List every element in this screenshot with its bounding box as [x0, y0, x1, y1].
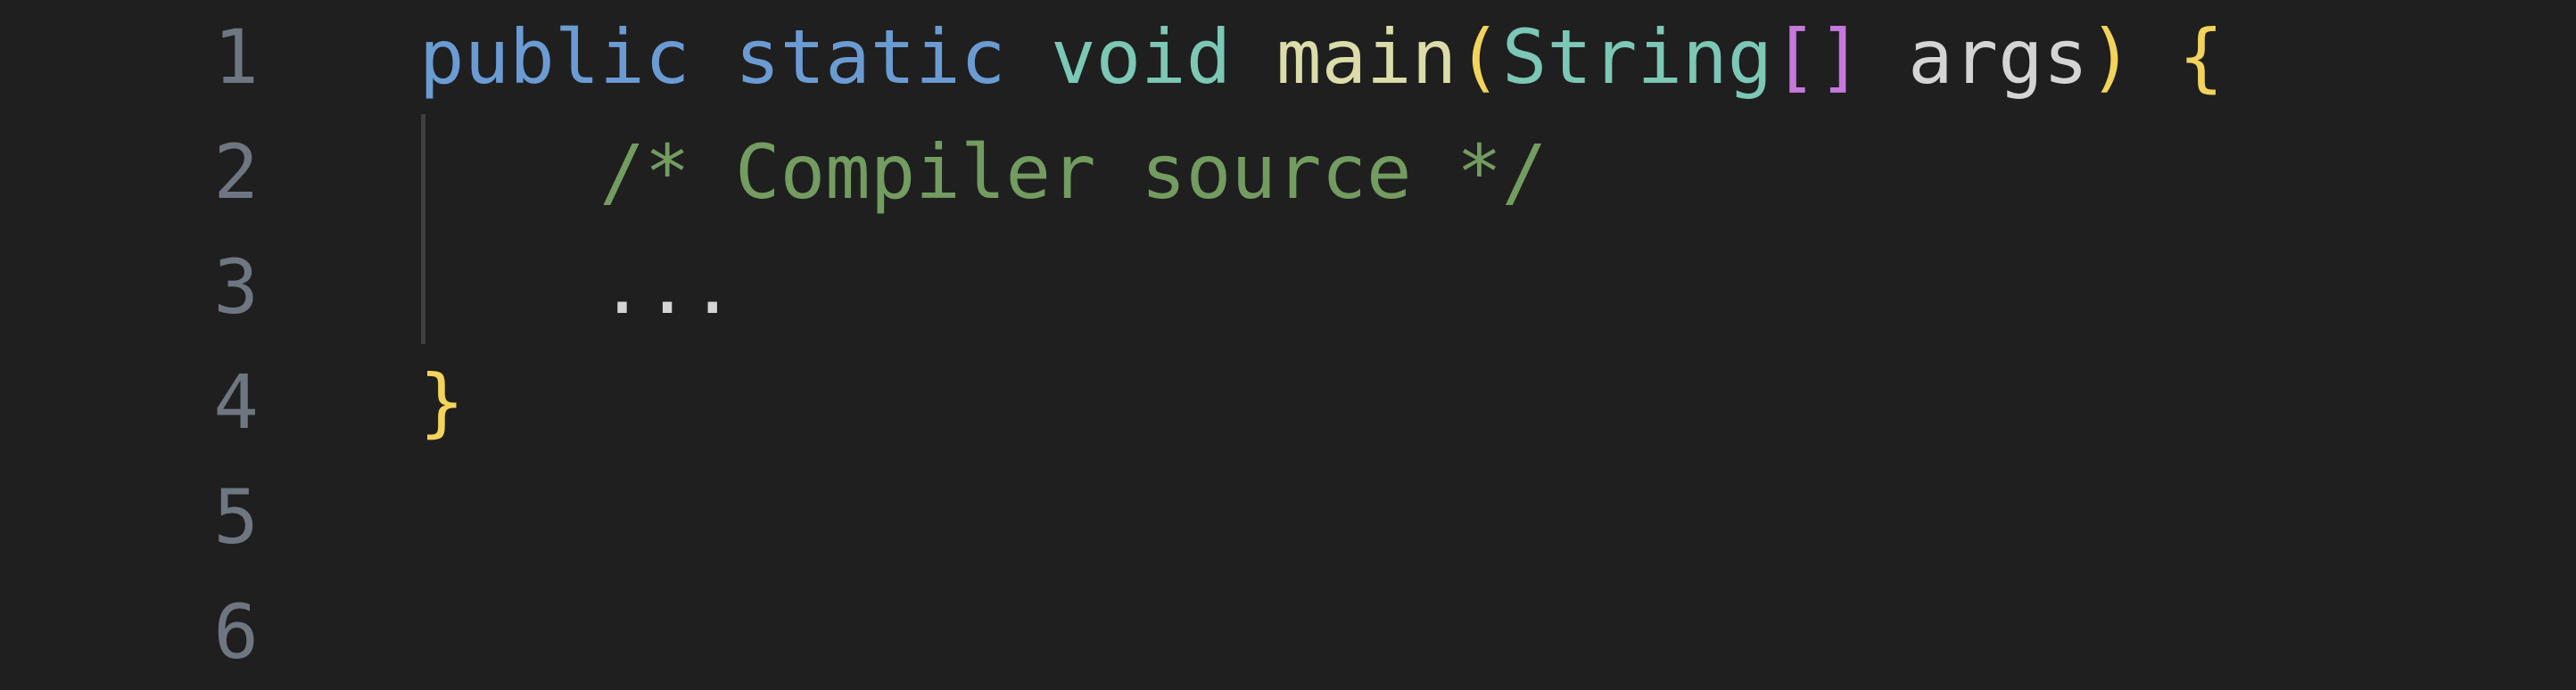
code-token-function: main	[1276, 13, 1457, 101]
code-token-paren: {	[2178, 13, 2224, 101]
code-token-plain: ...	[599, 243, 736, 331]
line-number: 2	[213, 128, 259, 216]
line-number: 5	[213, 473, 259, 561]
line-code[interactable]: /* Compiler source */	[419, 127, 1547, 217]
code-line-2[interactable]: 2 /* Compiler source */	[0, 115, 2576, 230]
code-token-type: String	[1501, 13, 1773, 101]
code-token-paren: (	[1457, 13, 1502, 101]
line-number: 6	[213, 588, 259, 676]
code-token-type: void	[1051, 13, 1232, 101]
code-line-4[interactable]: 4 }	[0, 345, 2576, 460]
code-token-paren: }	[419, 358, 465, 446]
line-number: 1	[213, 13, 259, 101]
line-number: 3	[213, 243, 259, 331]
code-token-comment: /* Compiler source */	[599, 128, 1548, 216]
line-code[interactable]: }	[419, 357, 465, 447]
code-token-keyword: public	[419, 13, 690, 101]
code-editor[interactable]: 1 public static void main(String[] args)…	[0, 0, 2576, 685]
line-code[interactable]: public static void main(String[] args) {	[419, 12, 2224, 102]
code-line-6[interactable]: 6	[0, 575, 2576, 690]
code-line-5[interactable]: 5	[0, 460, 2576, 575]
code-token-bracket: []	[1772, 13, 1863, 101]
line-number: 4	[213, 358, 259, 446]
code-line-1[interactable]: 1 public static void main(String[] args)…	[0, 0, 2576, 115]
code-line-3[interactable]: 3 ...	[0, 230, 2576, 345]
line-code[interactable]: ...	[419, 242, 735, 332]
code-token-paren: )	[2088, 13, 2134, 101]
code-token-plain: args	[1907, 13, 2089, 101]
code-token-keyword: static	[735, 13, 1006, 101]
